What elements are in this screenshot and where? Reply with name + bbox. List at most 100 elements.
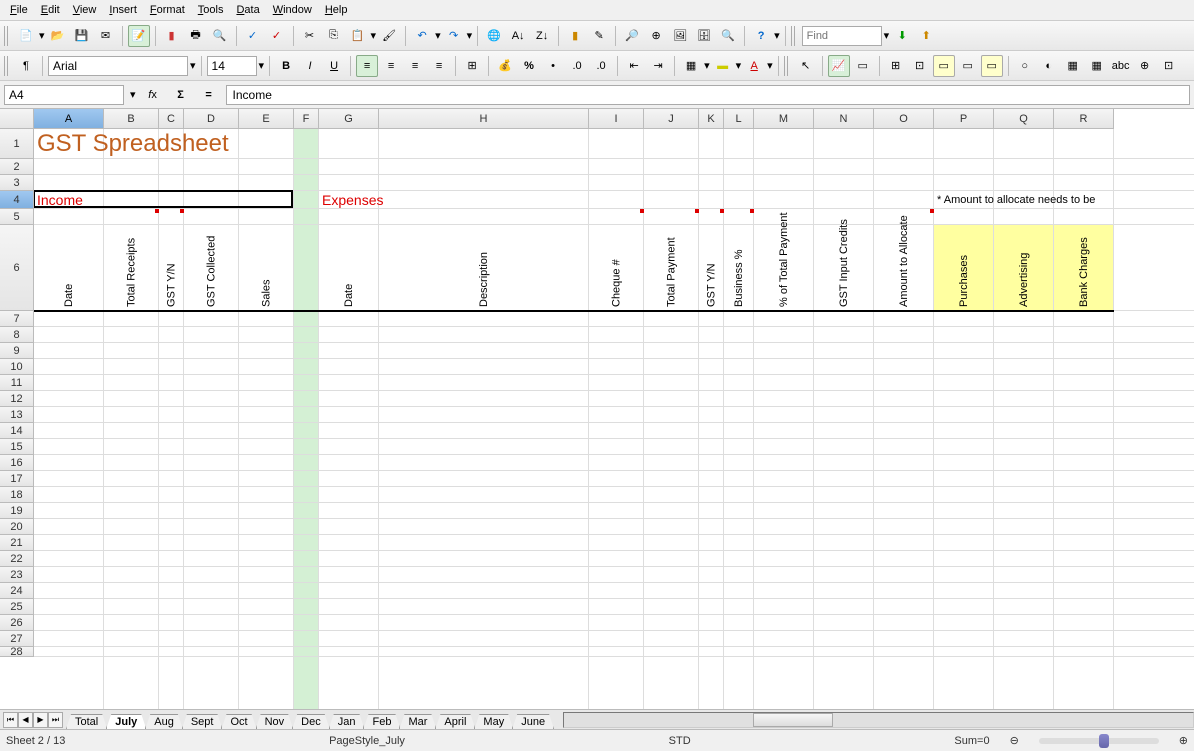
help-button[interactable]: ?	[750, 25, 772, 47]
percent-button[interactable]: %	[518, 55, 540, 77]
sheet-tab-mar[interactable]: Mar	[399, 714, 436, 729]
col-header-O[interactable]: O	[874, 109, 934, 129]
row-header-14[interactable]: 14	[0, 423, 34, 439]
sheet-tab-total[interactable]: Total	[66, 714, 107, 729]
open-button[interactable]: 📂	[47, 25, 69, 47]
menu-format[interactable]: Format	[144, 2, 191, 18]
toolbar-grip[interactable]	[784, 56, 790, 76]
format-paintbrush-button[interactable]: 🖌	[378, 25, 400, 47]
comment-marker-L5[interactable]	[750, 209, 754, 213]
row-header-7[interactable]: 7	[0, 311, 34, 327]
menu-file[interactable]: File	[4, 2, 34, 18]
sum-indicator[interactable]: Sum=0	[954, 735, 989, 747]
menu-data[interactable]: Data	[230, 2, 265, 18]
menu-edit[interactable]: Edit	[35, 2, 66, 18]
comment-marker-I5[interactable]	[640, 209, 644, 213]
col-header-I[interactable]: I	[589, 109, 644, 129]
row-header-16[interactable]: 16	[0, 455, 34, 471]
print-preview-button[interactable]: 🔍	[209, 25, 231, 47]
spellcheck-button[interactable]: ✓	[242, 25, 264, 47]
row-header-8[interactable]: 8	[0, 327, 34, 343]
b11[interactable]: ⊕	[1134, 55, 1156, 77]
function-button[interactable]: =	[198, 84, 220, 106]
col-header-Q[interactable]: Q	[994, 109, 1054, 129]
sheet-tab-nov[interactable]: Nov	[256, 714, 294, 729]
row-header-24[interactable]: 24	[0, 583, 34, 599]
sheet-tab-jan[interactable]: Jan	[329, 714, 365, 729]
redo-button[interactable]: ↷	[443, 25, 465, 47]
remove-decimal-button[interactable]: .0	[590, 55, 612, 77]
col-header-D[interactable]: D	[184, 109, 239, 129]
select-button[interactable]: ↖	[795, 55, 817, 77]
row-headers[interactable]: 1234567891011121314151617181920212223242…	[0, 129, 34, 657]
bg-color-button[interactable]: ▬	[712, 55, 734, 77]
col-header-E[interactable]: E	[239, 109, 294, 129]
horizontal-scrollbar[interactable]	[563, 712, 1194, 728]
zoom-button[interactable]: 🔍	[717, 25, 739, 47]
cell-N6[interactable]: GST Input Credits	[814, 225, 874, 311]
b3[interactable]: ▭	[933, 55, 955, 77]
row-header-13[interactable]: 13	[0, 407, 34, 423]
underline-button[interactable]: U	[323, 55, 345, 77]
gallery-button[interactable]: 🖼	[669, 25, 691, 47]
col-header-R[interactable]: R	[1054, 109, 1114, 129]
mail-button[interactable]: ✉	[95, 25, 117, 47]
decrease-indent-button[interactable]: ⇤	[623, 55, 645, 77]
sheet-tab-may[interactable]: May	[474, 714, 513, 729]
comment-marker-O5[interactable]	[930, 209, 934, 213]
row-header-3[interactable]: 3	[0, 175, 34, 191]
paste-button[interactable]: 📋	[347, 25, 369, 47]
font-name-input[interactable]	[48, 56, 188, 76]
align-center-button[interactable]: ≡	[380, 55, 402, 77]
zoom-in-button[interactable]: ⊕	[1179, 734, 1188, 747]
tab-first-button[interactable]: ⏮	[3, 712, 18, 728]
cell-G6[interactable]: Date	[319, 225, 379, 311]
chart-button[interactable]: ▮	[564, 25, 586, 47]
align-left-button[interactable]: ≡	[356, 55, 378, 77]
tab-next-button[interactable]: ▶	[33, 712, 48, 728]
cell-C6[interactable]: GST Y/N	[159, 225, 184, 311]
col-header-J[interactable]: J	[644, 109, 699, 129]
row-header-15[interactable]: 15	[0, 439, 34, 455]
increase-indent-button[interactable]: ⇥	[647, 55, 669, 77]
show-drawbar-button[interactable]: ✎	[588, 25, 610, 47]
b12[interactable]: ⊡	[1158, 55, 1180, 77]
menu-help[interactable]: Help	[319, 2, 354, 18]
sheet-tab-sept[interactable]: Sept	[182, 714, 223, 729]
currency-button[interactable]: 💰	[494, 55, 516, 77]
b10[interactable]: abc	[1110, 55, 1132, 77]
row-header-21[interactable]: 21	[0, 535, 34, 551]
sheet-tab-feb[interactable]: Feb	[363, 714, 400, 729]
sum-button[interactable]: Σ	[170, 84, 192, 106]
new-doc-button[interactable]: 📄	[15, 25, 37, 47]
cell-H6[interactable]: Description	[379, 225, 589, 311]
rect-button[interactable]: ▭	[852, 55, 874, 77]
cell-O6[interactable]: Amount to Allocate	[874, 225, 934, 311]
cell-J6[interactable]: Total Payment	[644, 225, 699, 311]
cell-D6[interactable]: GST Collected	[184, 225, 239, 311]
b4[interactable]: ▭	[957, 55, 979, 77]
sort-desc-button[interactable]: Z↓	[531, 25, 553, 47]
hyperlink-button[interactable]: 🌐	[483, 25, 505, 47]
tab-prev-button[interactable]: ◀	[18, 712, 33, 728]
menu-insert[interactable]: Insert	[103, 2, 143, 18]
row-header-19[interactable]: 19	[0, 503, 34, 519]
row-header-5[interactable]: 5	[0, 209, 34, 225]
cut-button[interactable]: ✂	[299, 25, 321, 47]
font-size-input[interactable]	[207, 56, 257, 76]
b7[interactable]: ◐	[1038, 55, 1060, 77]
cell-Q6[interactable]: Advertising	[994, 225, 1054, 311]
datasources-button[interactable]: 🗄	[693, 25, 715, 47]
cell-A6[interactable]: Date	[34, 225, 104, 311]
cell-A1[interactable]: GST Spreadsheet	[34, 129, 434, 159]
find-input[interactable]	[802, 26, 882, 46]
col-header-F[interactable]: F	[294, 109, 319, 129]
comment-marker-B5[interactable]	[155, 209, 159, 213]
col-header-C[interactable]: C	[159, 109, 184, 129]
menu-view[interactable]: View	[67, 2, 103, 18]
col-header-G[interactable]: G	[319, 109, 379, 129]
column-headers[interactable]: ABCDEFGHIJKLMNOPQR	[34, 109, 1114, 129]
align-right-button[interactable]: ≡	[404, 55, 426, 77]
cell-I6[interactable]: Cheque #	[589, 225, 644, 311]
cell-grid[interactable]: GST SpreadsheetIncomeExpenses* Amount to…	[34, 129, 1194, 709]
